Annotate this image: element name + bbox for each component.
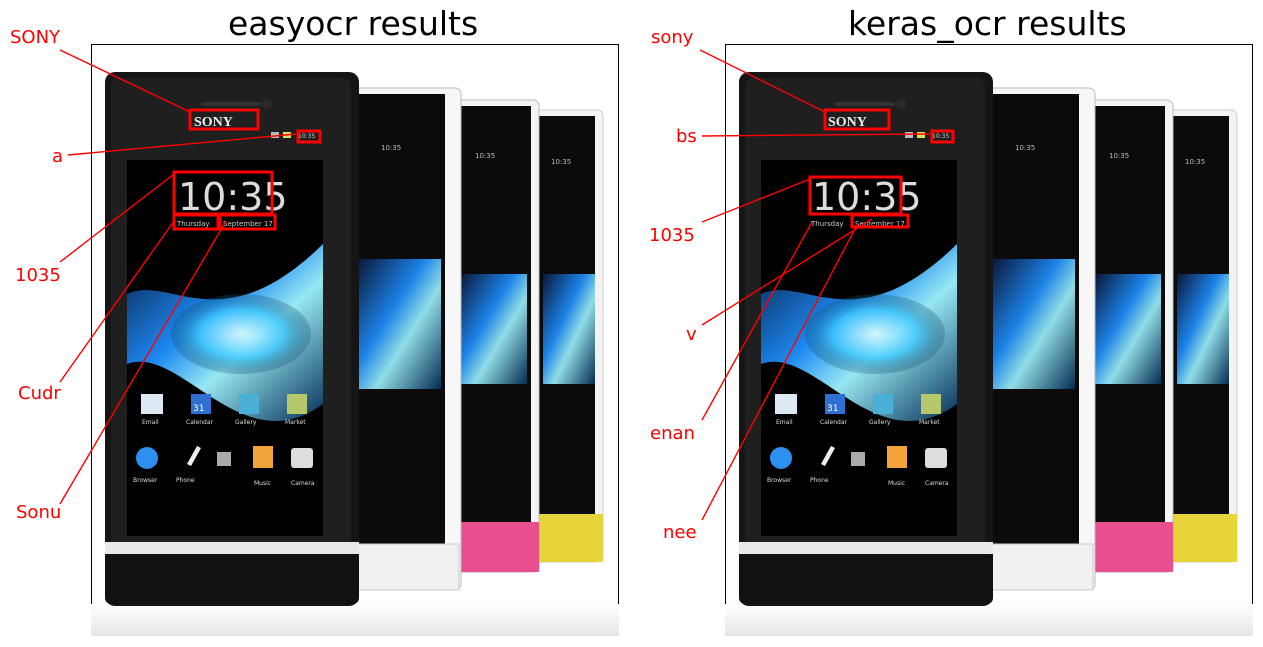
phone-status-time: 10:35: [298, 133, 315, 140]
app-label: Calendar: [820, 419, 848, 426]
app-label: Browser: [767, 477, 792, 484]
ocr-label: Cudr: [18, 383, 61, 404]
app-label: Gallery: [869, 419, 891, 426]
phone-status-time: 10:35: [932, 133, 949, 140]
ocr-label: nee: [663, 522, 697, 543]
app-label: Camera: [291, 480, 315, 487]
phone-day-text: Thursday: [810, 220, 844, 228]
left-phone-image: [90, 71, 620, 637]
ocr-label: bs: [676, 126, 697, 147]
app-label: Phone: [176, 477, 195, 484]
ocr-label: sony: [651, 27, 694, 48]
app-label: Camera: [925, 480, 949, 487]
calendar-number: 31: [827, 404, 838, 414]
app-label: Browser: [133, 477, 158, 484]
ocr-label: 1035: [15, 265, 61, 286]
ocr-label: a: [52, 146, 64, 167]
app-label: Phone: [810, 477, 829, 484]
right-phone-image: [724, 71, 1254, 637]
app-label: Music: [254, 480, 271, 487]
ocr-label: SONY: [10, 27, 61, 48]
app-label: Gallery: [235, 419, 257, 426]
app-label: Calendar: [186, 419, 214, 426]
calendar-number: 31: [193, 404, 204, 414]
phone-date-text: September 17: [223, 220, 273, 228]
ocr-label: Sonu: [16, 502, 62, 523]
ocr-label: v: [686, 324, 697, 345]
app-label: Music: [888, 480, 905, 487]
phone-day-text: Thursday: [176, 220, 210, 228]
app-label: Market: [919, 419, 940, 426]
app-label: Email: [142, 419, 159, 426]
ocr-label: enan: [650, 423, 695, 444]
app-label: Email: [776, 419, 793, 426]
ocr-label: 1035: [649, 225, 695, 246]
phone-clock-text: 10:35: [812, 175, 922, 219]
app-label: Market: [285, 419, 306, 426]
ocr-figure: 10:35 10:35 10:35 SONY 10:35 Thursday Se…: [59, 49, 1254, 637]
